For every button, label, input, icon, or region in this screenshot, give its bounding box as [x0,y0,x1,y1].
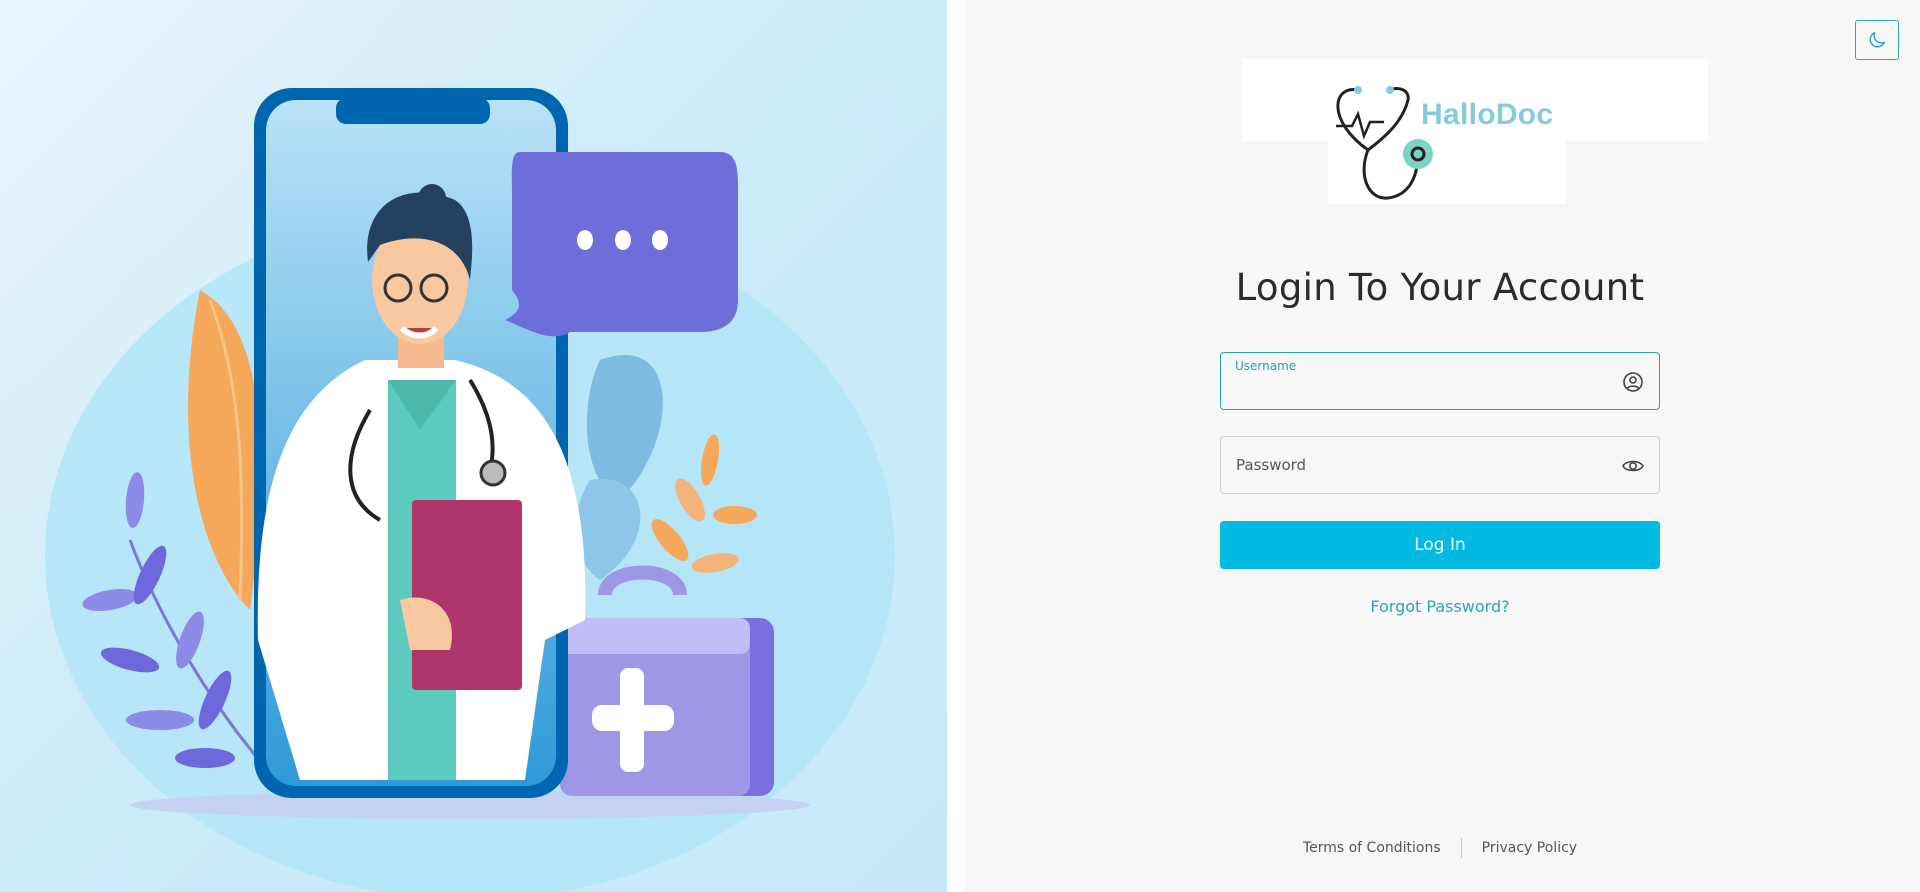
login-button[interactable]: Log In [1220,521,1660,569]
privacy-link[interactable]: Privacy Policy [1482,840,1577,856]
password-input[interactable] [1235,459,1619,479]
password-field[interactable]: Password [1220,436,1660,494]
eye-icon[interactable] [1621,454,1645,478]
brand-name: HalloDoc [1421,98,1554,131]
doctor-illustration [45,88,895,892]
footer-divider [1460,838,1462,858]
hero-illustration-panel [0,0,947,892]
terms-link[interactable]: Terms of Conditions [1303,840,1441,856]
theme-toggle-button[interactable] [1855,20,1899,60]
forgot-password-link[interactable]: Forgot Password? [1220,597,1660,616]
panel-divider [947,0,965,892]
footer: Terms of Conditions Privacy Policy [1290,838,1590,858]
username-input[interactable] [1235,375,1619,395]
user-circle-icon [1623,372,1643,392]
page-title: Login To Your Account [1235,266,1645,309]
moon-icon [1869,31,1886,48]
username-label: Username [1235,359,1297,373]
username-field[interactable]: Username [1220,352,1660,410]
